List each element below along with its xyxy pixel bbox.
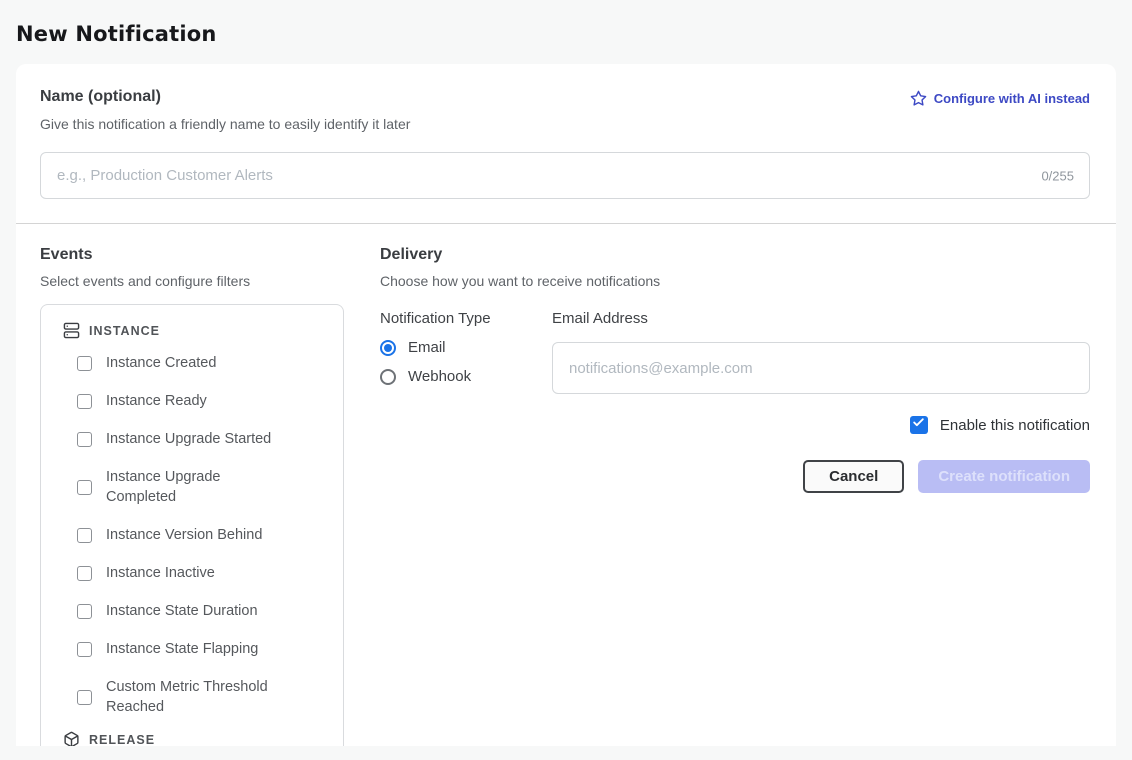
char-counter: 0/255 bbox=[1041, 168, 1074, 183]
enable-notification-checkbox[interactable] bbox=[910, 416, 928, 434]
event-row[interactable]: Instance State Duration bbox=[53, 592, 333, 630]
enable-notification-label: Enable this notification bbox=[940, 417, 1090, 434]
notification-type-options: Email Webhook bbox=[380, 339, 552, 385]
cancel-button[interactable]: Cancel bbox=[803, 460, 904, 493]
event-label: Instance Ready bbox=[106, 391, 207, 411]
delivery-subtitle: Choose how you want to receive notificat… bbox=[380, 273, 1090, 289]
event-label: Custom Metric Threshold Reached bbox=[106, 677, 278, 717]
notification-type-option-label: Email bbox=[408, 339, 446, 356]
event-checkbox[interactable] bbox=[77, 604, 92, 619]
event-label: Instance Created bbox=[106, 353, 216, 373]
event-checkbox[interactable] bbox=[77, 690, 92, 705]
star-icon bbox=[910, 90, 927, 107]
page-header: New Notification bbox=[0, 0, 1132, 64]
email-address-label: Email Address bbox=[552, 310, 1090, 327]
events-list: INSTANCE Instance Created Instance Ready In… bbox=[40, 304, 344, 746]
notification-name-input[interactable] bbox=[40, 152, 1090, 199]
create-notification-button[interactable]: Create notification bbox=[918, 460, 1090, 493]
package-icon bbox=[63, 731, 80, 746]
event-row[interactable]: Instance State Flapping bbox=[53, 630, 333, 668]
events-section: Events Select events and configure filte… bbox=[40, 246, 344, 746]
enable-notification-row[interactable]: Enable this notification bbox=[552, 416, 1090, 434]
event-group-label: INSTANCE bbox=[89, 324, 160, 338]
event-row[interactable]: Instance Upgrade Completed bbox=[53, 458, 333, 516]
notification-type-option-webhook[interactable]: Webhook bbox=[380, 368, 552, 385]
event-row[interactable]: Instance Upgrade Started bbox=[53, 420, 333, 458]
event-group-label: RELEASE bbox=[89, 733, 155, 747]
notification-type-option-label: Webhook bbox=[408, 368, 471, 385]
name-section: Name (optional) Configure with AI instea… bbox=[16, 64, 1116, 223]
radio-selected-icon[interactable] bbox=[380, 340, 396, 356]
name-section-heading: Name (optional) bbox=[40, 88, 161, 106]
event-row[interactable]: Instance Created bbox=[53, 344, 333, 382]
event-checkbox[interactable] bbox=[77, 432, 92, 447]
event-checkbox[interactable] bbox=[77, 528, 92, 543]
notification-type-label: Notification Type bbox=[380, 310, 552, 327]
radio-unselected-icon[interactable] bbox=[380, 369, 396, 385]
notification-type-option-email[interactable]: Email bbox=[380, 339, 552, 356]
name-section-subtitle: Give this notification a friendly name t… bbox=[40, 116, 1090, 132]
event-row[interactable]: Custom Metric Threshold Reached bbox=[53, 668, 333, 726]
delivery-heading: Delivery bbox=[380, 246, 1090, 264]
event-label: Instance Upgrade Started bbox=[106, 429, 271, 449]
event-checkbox[interactable] bbox=[77, 480, 92, 495]
event-checkbox[interactable] bbox=[77, 356, 92, 371]
event-checkbox[interactable] bbox=[77, 566, 92, 581]
event-label: Instance State Flapping bbox=[106, 639, 258, 659]
event-row[interactable]: Instance Inactive bbox=[53, 554, 333, 592]
server-icon bbox=[63, 322, 80, 339]
event-row[interactable]: Instance Version Behind bbox=[53, 516, 333, 554]
event-checkbox[interactable] bbox=[77, 394, 92, 409]
event-label: Instance Upgrade Completed bbox=[106, 467, 278, 507]
new-notification-card: Name (optional) Configure with AI instea… bbox=[16, 64, 1116, 746]
configure-with-ai-link[interactable]: Configure with AI instead bbox=[910, 90, 1090, 107]
event-label: Instance Inactive bbox=[106, 563, 215, 583]
events-subtitle: Select events and configure filters bbox=[40, 273, 344, 289]
event-group-header: RELEASE bbox=[53, 726, 333, 746]
check-icon bbox=[912, 416, 925, 434]
event-checkbox[interactable] bbox=[77, 642, 92, 657]
event-row[interactable]: Instance Ready bbox=[53, 382, 333, 420]
event-label: Instance State Duration bbox=[106, 601, 258, 621]
events-heading: Events bbox=[40, 246, 344, 264]
delivery-section: Delivery Choose how you want to receive … bbox=[380, 246, 1090, 746]
configure-with-ai-label: Configure with AI instead bbox=[934, 91, 1090, 106]
event-label: Instance Version Behind bbox=[106, 525, 262, 545]
email-address-input[interactable] bbox=[552, 342, 1090, 394]
page-title: New Notification bbox=[16, 22, 1116, 46]
event-group-header: INSTANCE bbox=[53, 317, 333, 344]
